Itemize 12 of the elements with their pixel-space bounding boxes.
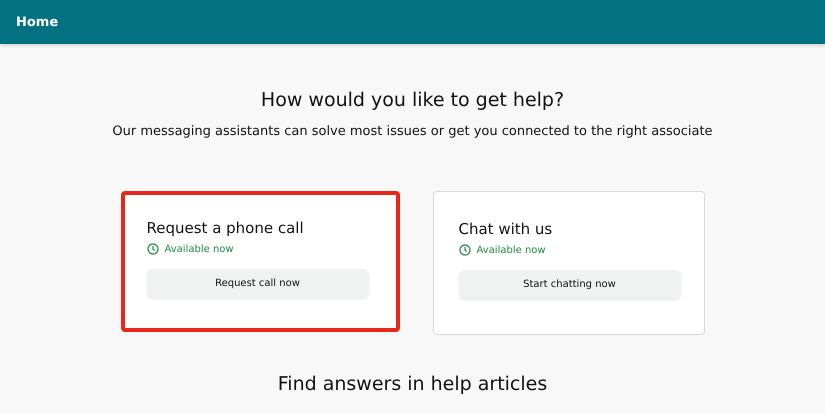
page-heading: How would you like to get help? (260, 89, 564, 111)
section-heading: Find answers in help articles (278, 373, 548, 395)
clock-icon (458, 244, 470, 256)
home-link[interactable]: Home (16, 14, 58, 30)
clock-icon (146, 243, 158, 255)
availability-status: Available now (476, 244, 546, 256)
action-button[interactable]: Request call now (146, 269, 368, 298)
card-title: Chat with us (458, 220, 554, 238)
subtitle-text: Our messaging assistants can solve most issues or get you connected to the right associate (112, 124, 713, 139)
card-title: Request a phone call (146, 219, 305, 237)
action-button[interactable]: Start chatting now (458, 270, 680, 299)
availability-status: Available now (164, 244, 234, 254)
